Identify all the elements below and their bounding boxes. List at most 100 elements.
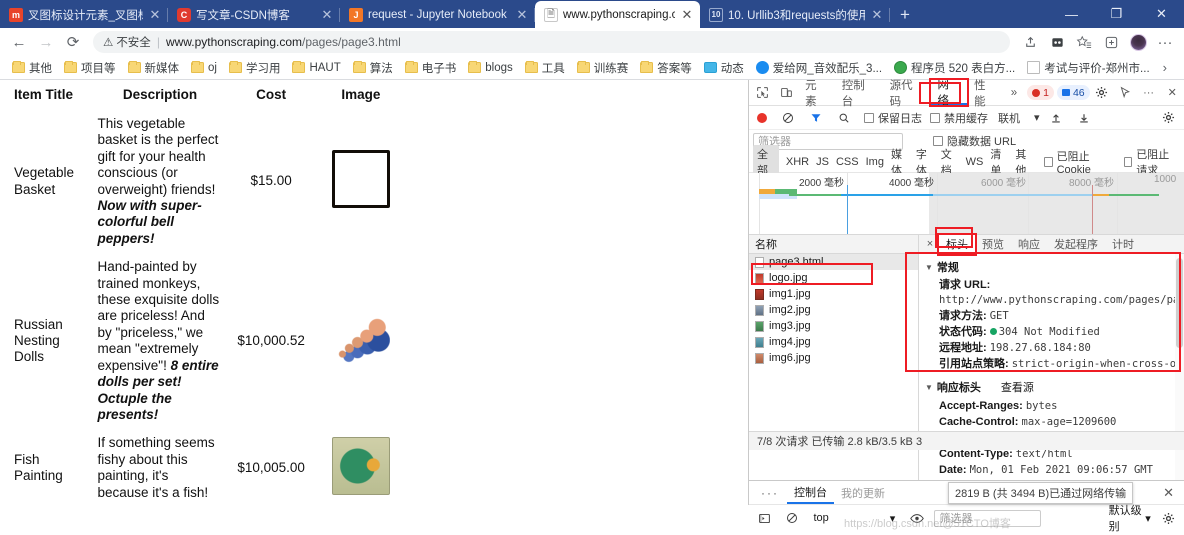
devtools-cursor-icon[interactable] bbox=[1113, 81, 1137, 105]
network-settings-icon[interactable] bbox=[1156, 106, 1180, 130]
general-section-title[interactable]: ▼ 常规 bbox=[925, 259, 1184, 275]
bookmark-item-15[interactable]: 考试与评价-郑州市... bbox=[1022, 58, 1154, 78]
bookmarks-overflow-chevron[interactable]: › bbox=[1157, 60, 1173, 75]
extensions-icon[interactable] bbox=[1098, 30, 1124, 54]
execution-context-select[interactable]: top ▾ bbox=[809, 509, 899, 527]
bookmark-item-6[interactable]: 算法 bbox=[348, 58, 398, 78]
console-filter-input[interactable]: 筛选器 bbox=[934, 509, 1041, 527]
address-bar[interactable]: ⚠ 不安全 | www.pythonscraping.com/pages/pag… bbox=[93, 31, 1010, 53]
more-tabs-icon[interactable]: » bbox=[1004, 80, 1024, 105]
scrollbar-thumb[interactable] bbox=[1176, 258, 1183, 348]
new-tab-button[interactable]: + bbox=[890, 5, 920, 28]
record-button[interactable] bbox=[757, 112, 767, 123]
detail-tab-headers[interactable]: 标头 bbox=[937, 232, 977, 256]
reload-icon[interactable]: ⟳ bbox=[60, 30, 86, 54]
request-row-img2[interactable]: img2.jpg bbox=[749, 302, 918, 318]
log-levels-select[interactable]: 默认级别 ▾ bbox=[1109, 502, 1151, 534]
detail-tab-preview[interactable]: 预览 bbox=[975, 235, 1011, 254]
preserve-log-checkbox[interactable]: 保留日志 bbox=[864, 110, 922, 126]
bookmark-item-12[interactable]: 动态 bbox=[699, 58, 749, 78]
tab-close-icon[interactable]: ✕ bbox=[870, 7, 884, 23]
detail-tab-initiator[interactable]: 发起程序 bbox=[1047, 235, 1105, 254]
type-filter-js[interactable]: JS bbox=[816, 156, 829, 168]
tab-close-icon[interactable]: ✕ bbox=[148, 7, 162, 23]
drawer-more-icon[interactable]: ··· bbox=[753, 486, 787, 500]
settings-more-icon[interactable]: ··· bbox=[1152, 30, 1178, 54]
browser-tab-1[interactable]: C 写文章-CSDN博客 ✕ bbox=[168, 2, 340, 28]
request-row-logo[interactable]: logo.jpg bbox=[749, 270, 918, 286]
bookmark-item-14[interactable]: 程序员 520 表白方... bbox=[889, 58, 1020, 78]
close-window-button[interactable]: ✕ bbox=[1139, 0, 1184, 28]
type-filter-xhr[interactable]: XHR bbox=[786, 156, 809, 168]
bookmark-item-8[interactable]: blogs bbox=[463, 60, 518, 76]
request-row-page3[interactable]: page3.html bbox=[749, 254, 918, 270]
gear-icon[interactable] bbox=[1090, 81, 1114, 105]
share-icon[interactable] bbox=[1017, 30, 1043, 54]
view-source-link[interactable]: 查看源 bbox=[1001, 379, 1034, 395]
detail-tab-timing[interactable]: 计时 bbox=[1105, 235, 1141, 254]
browser-tab-4[interactable]: 10 10. Urllib3和requests的使用 · Git ✕ bbox=[700, 2, 890, 28]
tab-console[interactable]: 控制台 bbox=[835, 80, 883, 108]
detail-close-icon[interactable]: × bbox=[921, 238, 939, 250]
live-expression-icon[interactable] bbox=[907, 506, 926, 530]
tab-sources[interactable]: 源代码 bbox=[883, 80, 931, 108]
bookmark-item-7[interactable]: 电子书 bbox=[400, 58, 462, 78]
security-indicator[interactable]: ⚠ 不安全 bbox=[103, 34, 151, 50]
bookmark-item-10[interactable]: 训练赛 bbox=[572, 58, 634, 78]
bookmark-item-4[interactable]: 学习用 bbox=[224, 58, 286, 78]
request-row-img3[interactable]: img3.jpg bbox=[749, 318, 918, 334]
detail-tab-response[interactable]: 响应 bbox=[1011, 235, 1047, 254]
blocked-cookies-checkbox[interactable]: 已阻止 Cookie bbox=[1044, 148, 1113, 176]
minimize-button[interactable]: — bbox=[1049, 0, 1094, 28]
tab-performance[interactable]: 性能 bbox=[967, 80, 1004, 108]
disable-cache-checkbox[interactable]: 禁用缓存 bbox=[930, 110, 988, 126]
bookmark-item-11[interactable]: 答案等 bbox=[635, 58, 697, 78]
bookmark-item-1[interactable]: 项目等 bbox=[59, 58, 121, 78]
forward-icon[interactable]: → bbox=[33, 30, 59, 54]
type-filter-css[interactable]: CSS bbox=[836, 156, 859, 168]
request-row-img1[interactable]: img1.jpg bbox=[749, 286, 918, 302]
tab-close-icon[interactable]: ✕ bbox=[515, 7, 529, 23]
warning-badge[interactable]: 46 bbox=[1056, 85, 1090, 100]
tab-network[interactable]: 网络 bbox=[928, 78, 970, 107]
export-har-icon[interactable] bbox=[1072, 106, 1096, 130]
close-icon[interactable]: ✕ bbox=[1160, 81, 1184, 105]
favorites-icon[interactable] bbox=[1071, 30, 1097, 54]
collections-icon[interactable] bbox=[1044, 30, 1070, 54]
error-badge[interactable]: 1 bbox=[1027, 85, 1054, 100]
tab-close-icon[interactable]: ✕ bbox=[680, 7, 694, 23]
browser-tab-3-active[interactable]: 🗎 www.pythonscraping.com/pages ✕ bbox=[535, 1, 700, 28]
request-row-img6[interactable]: img6.jpg bbox=[749, 350, 918, 366]
bookmark-item-0[interactable]: 其他 bbox=[7, 58, 57, 78]
bookmark-item-3[interactable]: oj bbox=[186, 60, 222, 76]
drawer-tab-console[interactable]: 控制台 bbox=[787, 481, 834, 504]
bookmark-item-9[interactable]: 工具 bbox=[520, 58, 570, 78]
back-icon[interactable]: ← bbox=[6, 30, 32, 54]
drawer-tab-updates[interactable]: 我的更新 bbox=[834, 481, 892, 504]
browser-tab-0[interactable]: m 叉图标设计元素_叉图标免抠素材 ✕ bbox=[0, 2, 168, 28]
inspect-element-icon[interactable] bbox=[751, 81, 775, 105]
detail-scrollbar[interactable] bbox=[1175, 254, 1184, 505]
drawer-close-icon[interactable]: ✕ bbox=[1153, 485, 1184, 501]
execution-context-icon[interactable] bbox=[755, 506, 774, 530]
throttling-select[interactable]: 联机 ▾ bbox=[998, 110, 1040, 126]
bookmark-item-13[interactable]: 爱给网_音效配乐_3... bbox=[751, 58, 887, 78]
bookmark-item-5[interactable]: HAUT bbox=[287, 60, 345, 76]
request-row-img4[interactable]: img4.jpg bbox=[749, 334, 918, 350]
device-toolbar-icon[interactable] bbox=[775, 81, 799, 105]
console-settings-icon[interactable] bbox=[1159, 506, 1178, 530]
filter-icon[interactable] bbox=[804, 106, 828, 130]
import-har-icon[interactable] bbox=[1044, 106, 1068, 130]
response-headers-section-title[interactable]: ▼ 响应标头 查看源 bbox=[925, 379, 1184, 395]
tab-close-icon[interactable]: ✕ bbox=[320, 7, 334, 23]
maximize-button[interactable]: ❐ bbox=[1094, 0, 1139, 28]
clear-button[interactable] bbox=[776, 106, 800, 130]
network-overview-timeline[interactable]: 2000 毫秒 4000 毫秒 6000 毫秒 8000 毫秒 1000 bbox=[749, 173, 1184, 235]
search-icon[interactable] bbox=[832, 106, 856, 130]
browser-tab-2[interactable]: J request - Jupyter Notebook ✕ bbox=[340, 2, 535, 28]
profile-avatar[interactable] bbox=[1125, 30, 1151, 54]
tab-elements[interactable]: 元素 bbox=[798, 80, 835, 108]
bookmark-item-2[interactable]: 新媒体 bbox=[123, 58, 185, 78]
more-options-icon[interactable]: ··· bbox=[1137, 81, 1161, 105]
type-filter-ws[interactable]: WS bbox=[966, 156, 984, 168]
